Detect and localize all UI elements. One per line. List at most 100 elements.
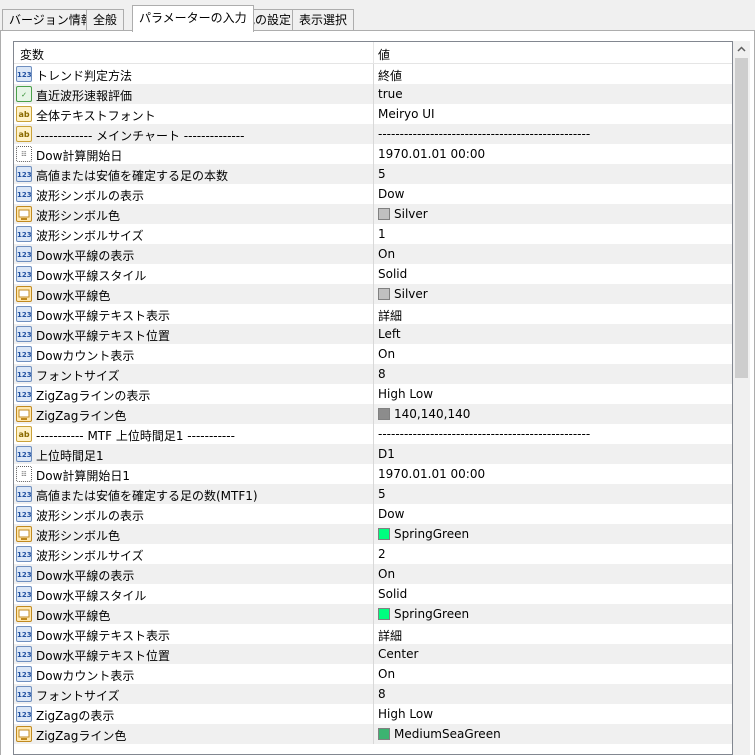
parameter-name: ZigZagライン色 xyxy=(36,409,127,423)
parameter-row[interactable]: 123 ZigZagラインの表示 High Low xyxy=(14,384,732,404)
parameter-row[interactable]: 123 波形シンボルの表示 Dow xyxy=(14,184,732,204)
header-value[interactable]: 値 xyxy=(378,46,390,63)
parameter-value-text: Dow xyxy=(378,187,405,201)
parameter-row[interactable]: ZigZagライン色 MediumSeaGreen xyxy=(14,724,732,744)
parameter-value[interactable]: 1970.01.01 00:00 xyxy=(378,147,485,161)
parameter-value[interactable]: 詳細 xyxy=(378,307,402,324)
parameter-value[interactable]: Left xyxy=(378,327,401,341)
parameter-grid: 変数 値 123 トレンド判定方法 終値 ✓ 直近波形速報評価 true ab 全体テキストフ… xyxy=(13,41,733,755)
parameter-row[interactable]: 123 フォントサイズ 8 xyxy=(14,684,732,704)
parameter-value[interactable]: 140,140,140 xyxy=(378,407,470,421)
parameter-value[interactable]: Dow xyxy=(378,187,404,201)
tab-general[interactable]: 全般 xyxy=(86,9,125,31)
parameter-name: ------------- メインチャート -------------- xyxy=(36,129,245,143)
parameter-value-text: ----------------------------------------… xyxy=(378,427,591,441)
parameter-row[interactable]: 123 Dow水平線スタイル Solid xyxy=(14,264,732,284)
parameter-value[interactable]: High Low xyxy=(378,387,433,401)
parameter-row[interactable]: Dow水平線色 SpringGreen xyxy=(14,604,732,624)
integer-type-icon: 123 xyxy=(16,506,32,522)
parameter-value-text: true xyxy=(378,87,403,101)
parameter-row[interactable]: 波形シンボル色 Silver xyxy=(14,204,732,224)
parameter-row[interactable]: 123 Dowカウント表示 On xyxy=(14,664,732,684)
integer-type-icon: 123 xyxy=(16,706,32,722)
parameter-row[interactable]: 123 Dow水平線テキスト位置 Left xyxy=(14,324,732,344)
scroll-up-arrow-icon[interactable] xyxy=(733,41,750,58)
vertical-scrollbar[interactable] xyxy=(733,41,750,755)
parameter-value[interactable]: 2 xyxy=(378,547,386,561)
parameter-value[interactable]: 5 xyxy=(378,487,386,501)
parameter-name: 高値または安値を確定する足の本数 xyxy=(36,169,229,183)
parameter-row[interactable]: 123 波形シンボルサイズ 1 xyxy=(14,224,732,244)
tab-input-parameters[interactable]: パラメーターの入力 xyxy=(132,5,254,32)
parameter-row[interactable]: 123 高値または安値を確定する足の数(MTF1) 5 xyxy=(14,484,732,504)
parameter-row[interactable]: 123 Dow水平線スタイル Solid xyxy=(14,584,732,604)
parameter-value[interactable]: 1 xyxy=(378,227,386,241)
parameter-row[interactable]: ab ----------- MTF 上位時間足1 ----------- ----… xyxy=(14,424,732,444)
parameter-row[interactable]: ✓ 直近波形速報評価 true xyxy=(14,84,732,104)
parameter-value[interactable]: On xyxy=(378,247,395,261)
column-separator xyxy=(373,684,374,704)
parameter-row[interactable]: 123 上位時間足1 D1 xyxy=(14,444,732,464)
parameter-value-text: On xyxy=(378,347,396,361)
parameter-row[interactable]: ☷ Dow計算開始日1 1970.01.01 00:00 xyxy=(14,464,732,484)
parameter-value[interactable]: 5 xyxy=(378,167,386,181)
parameter-row[interactable]: 123 Dow水平線テキスト表示 詳細 xyxy=(14,624,732,644)
parameter-value[interactable]: MediumSeaGreen xyxy=(378,727,501,741)
parameter-value[interactable]: true xyxy=(378,87,403,101)
parameter-row[interactable]: 123 Dowカウント表示 On xyxy=(14,344,732,364)
parameter-row[interactable]: ☷ Dow計算開始日 1970.01.01 00:00 xyxy=(14,144,732,164)
parameter-value[interactable]: Dow xyxy=(378,507,404,521)
header-variable[interactable]: 変数 xyxy=(20,46,44,63)
parameter-value[interactable]: On xyxy=(378,347,395,361)
parameter-row[interactable]: 123 波形シンボルサイズ 2 xyxy=(14,544,732,564)
parameter-value[interactable]: Solid xyxy=(378,267,407,281)
parameter-value[interactable]: D1 xyxy=(378,447,395,461)
parameter-row[interactable]: 123 Dow水平線テキスト位置 Center xyxy=(14,644,732,664)
column-separator xyxy=(373,444,374,464)
parameter-value[interactable]: 詳細 xyxy=(378,627,402,644)
parameter-value[interactable]: SpringGreen xyxy=(378,607,469,621)
parameter-value[interactable]: SpringGreen xyxy=(378,527,469,541)
parameter-value[interactable]: High Low xyxy=(378,707,433,721)
parameter-row[interactable]: ab 全体テキストフォント Meiryo UI xyxy=(14,104,732,124)
parameter-row[interactable]: Dow水平線色 Silver xyxy=(14,284,732,304)
parameter-row[interactable]: 123 高値または安値を確定する足の本数 5 xyxy=(14,164,732,184)
parameter-value-text: High Low xyxy=(378,707,434,721)
color-swatch xyxy=(378,728,390,740)
parameter-row[interactable]: 123 Dow水平線の表示 On xyxy=(14,244,732,264)
parameter-value[interactable]: 終値 xyxy=(378,67,402,84)
parameter-name: Dow水平線テキスト位置 xyxy=(36,329,171,343)
parameter-row[interactable]: 123 トレンド判定方法 終値 xyxy=(14,64,732,84)
parameter-row[interactable]: 波形シンボル色 SpringGreen xyxy=(14,524,732,544)
parameter-value[interactable]: Center xyxy=(378,647,418,661)
parameter-value-text: Dow xyxy=(378,507,405,521)
parameter-value[interactable]: 8 xyxy=(378,367,386,381)
parameter-value[interactable]: Silver xyxy=(378,287,428,301)
parameter-name: ----------- MTF 上位時間足1 ----------- xyxy=(36,429,235,443)
parameter-value[interactable]: ----------------------------------------… xyxy=(378,427,590,441)
parameter-row[interactable]: 123 Dow水平線の表示 On xyxy=(14,564,732,584)
column-separator xyxy=(373,284,374,304)
parameter-value[interactable]: ----------------------------------------… xyxy=(378,127,590,141)
parameter-row[interactable]: 123 Dow水平線テキスト表示 詳細 xyxy=(14,304,732,324)
parameter-row[interactable]: ZigZagライン色 140,140,140 xyxy=(14,404,732,424)
parameter-value[interactable]: 1970.01.01 00:00 xyxy=(378,467,485,481)
parameter-value[interactable]: Solid xyxy=(378,587,407,601)
tab-display-selection[interactable]: 表示選択 xyxy=(292,9,355,31)
parameter-value[interactable]: Meiryo UI xyxy=(378,107,435,121)
string-type-icon: ab xyxy=(16,426,32,442)
parameter-name: Dow水平線色 xyxy=(36,289,111,303)
column-separator xyxy=(373,664,374,684)
parameter-row[interactable]: ab ------------- メインチャート -------------- --… xyxy=(14,124,732,144)
parameter-row[interactable]: 123 ZigZagの表示 High Low xyxy=(14,704,732,724)
parameter-row[interactable]: 123 波形シンボルの表示 Dow xyxy=(14,504,732,524)
header-separator[interactable] xyxy=(373,42,374,64)
parameter-value[interactable]: On xyxy=(378,567,395,581)
parameter-value[interactable]: 8 xyxy=(378,687,386,701)
parameter-value[interactable]: Silver xyxy=(378,207,428,221)
parameter-value[interactable]: On xyxy=(378,667,395,681)
integer-type-icon: 123 xyxy=(16,266,32,282)
parameter-row[interactable]: 123 フォントサイズ 8 xyxy=(14,364,732,384)
parameter-name: 波形シンボルの表示 xyxy=(36,509,145,523)
scrollbar-thumb[interactable] xyxy=(735,58,748,378)
